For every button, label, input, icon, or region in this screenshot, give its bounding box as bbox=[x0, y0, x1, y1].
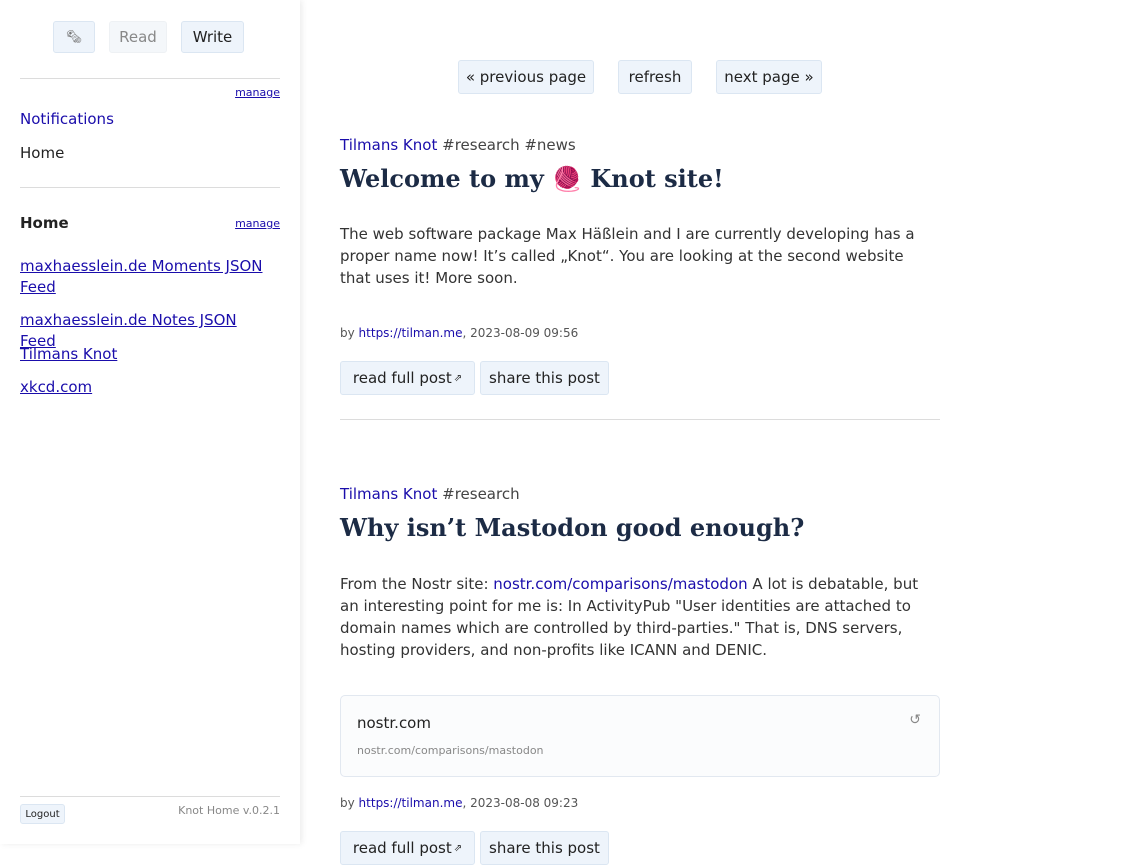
notifications-link[interactable]: Notifications bbox=[20, 110, 114, 128]
newspaper-icon[interactable]: 🗞 bbox=[53, 21, 95, 53]
feeds-heading: Home bbox=[20, 214, 69, 232]
author-url-link[interactable]: https://tilman.me bbox=[359, 326, 463, 340]
sidebar: 🗞 Read Write manage Notifications Home H… bbox=[0, 0, 300, 844]
divider bbox=[20, 78, 280, 79]
read-full-post-label: read full post bbox=[352, 369, 452, 387]
mode-tabs: 🗞 Read Write bbox=[53, 21, 244, 53]
post: Tilmans Knot #research #news Welcome to … bbox=[340, 136, 940, 426]
author-url-link[interactable]: https://tilman.me bbox=[359, 796, 463, 810]
post-date: , 2023-08-09 09:56 bbox=[462, 326, 579, 340]
share-post-button[interactable]: share this post bbox=[480, 361, 609, 395]
previous-page-button[interactable]: « previous page bbox=[458, 60, 594, 94]
post-author-link[interactable]: Tilmans Knot bbox=[340, 136, 437, 154]
post: Tilmans Knot #research Why isn’t Mastodo… bbox=[340, 485, 940, 865]
post-divider bbox=[340, 419, 940, 420]
divider bbox=[20, 796, 280, 797]
post-title: Why isn’t Mastodon good enough? bbox=[340, 513, 805, 542]
divider bbox=[20, 187, 280, 188]
post-author-link[interactable]: Tilmans Knot bbox=[340, 485, 437, 503]
read-full-post-button[interactable]: read full post ⇗ bbox=[340, 361, 475, 395]
nostr-comparison-link[interactable]: nostr.com/comparisons/mastodon bbox=[493, 575, 747, 593]
byline-prefix: by bbox=[340, 326, 355, 340]
post-title: Welcome to my 🧶 Knot site! bbox=[340, 164, 724, 193]
post-byline: by https://tilman.me, 2023-08-09 09:56 bbox=[340, 326, 578, 340]
feed-link[interactable]: Tilmans Knot bbox=[20, 344, 270, 365]
refresh-preview-icon[interactable]: ↺ bbox=[909, 712, 921, 728]
post-body: From the Nostr site: nostr.com/compariso… bbox=[340, 573, 920, 661]
external-link-icon: ⇗ bbox=[453, 842, 463, 854]
post-source: Tilmans Knot #research bbox=[340, 485, 940, 503]
post-body-prefix: From the Nostr site: bbox=[340, 575, 494, 593]
manage-feeds-link[interactable]: manage bbox=[235, 217, 280, 230]
version-label: v.0.2.1 bbox=[242, 804, 280, 817]
knot-home-link[interactable]: Knot Home bbox=[178, 804, 239, 817]
read-full-post-button[interactable]: read full post ⇗ bbox=[340, 831, 475, 865]
external-link-icon: ⇗ bbox=[453, 372, 463, 384]
byline-prefix: by bbox=[340, 796, 355, 810]
link-card-url: nostr.com/comparisons/mastodon bbox=[357, 744, 544, 757]
refresh-button[interactable]: refresh bbox=[618, 60, 692, 94]
feed-link[interactable]: maxhaesslein.de Moments JSON Feed bbox=[20, 256, 270, 298]
share-post-button[interactable]: share this post bbox=[480, 831, 609, 865]
post-byline: by https://tilman.me, 2023-08-08 09:23 bbox=[340, 796, 578, 810]
post-tags: #research bbox=[442, 485, 520, 503]
post-body: The web software package Max Häßlein and… bbox=[340, 225, 915, 287]
post-tags: #research #news bbox=[442, 136, 576, 154]
manage-nav-link[interactable]: manage bbox=[235, 86, 280, 99]
feed-link[interactable]: xkcd.com bbox=[20, 377, 270, 398]
post-date: , 2023-08-08 09:23 bbox=[462, 796, 579, 810]
link-preview-card[interactable]: nostr.com nostr.com/comparisons/mastodon… bbox=[340, 695, 940, 777]
link-card-title: nostr.com bbox=[357, 714, 431, 732]
read-tab[interactable]: Read bbox=[109, 21, 167, 53]
home-nav-item[interactable]: Home bbox=[20, 144, 64, 162]
write-tab[interactable]: Write bbox=[181, 21, 244, 53]
read-full-post-label: read full post bbox=[352, 839, 452, 857]
version-info: Knot Home v.0.2.1 bbox=[178, 804, 280, 817]
post-source: Tilmans Knot #research #news bbox=[340, 136, 940, 154]
next-page-button[interactable]: next page » bbox=[716, 60, 822, 94]
logout-button[interactable]: Logout bbox=[20, 804, 65, 824]
